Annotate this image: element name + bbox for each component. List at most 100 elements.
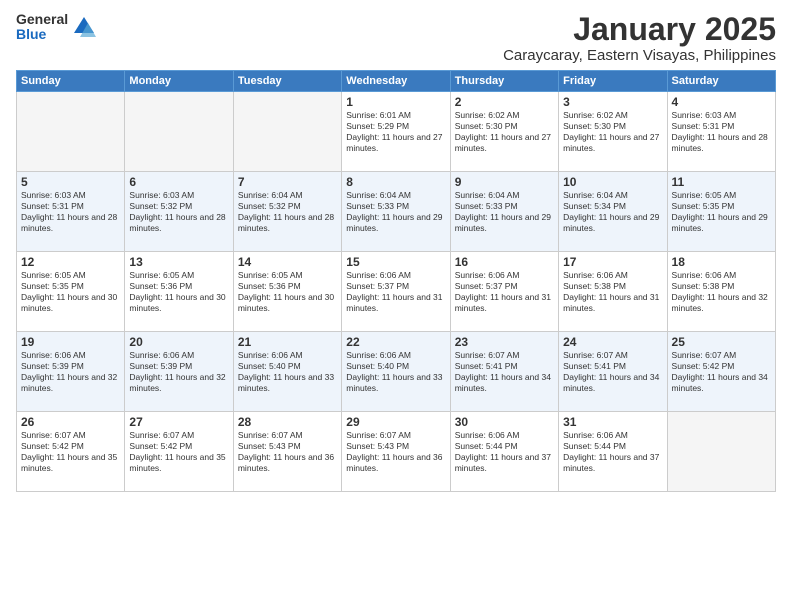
day-number: 6 [129, 175, 228, 189]
day-number: 26 [21, 415, 120, 429]
logo-blue-text: Blue [16, 27, 68, 42]
day-detail: Sunrise: 6:02 AM Sunset: 5:30 PM Dayligh… [455, 110, 554, 154]
table-row: 21Sunrise: 6:06 AM Sunset: 5:40 PM Dayli… [233, 332, 341, 412]
day-detail: Sunrise: 6:06 AM Sunset: 5:44 PM Dayligh… [455, 430, 554, 474]
day-number: 8 [346, 175, 445, 189]
day-detail: Sunrise: 6:06 AM Sunset: 5:39 PM Dayligh… [129, 350, 228, 394]
day-number: 25 [672, 335, 771, 349]
table-row: 24Sunrise: 6:07 AM Sunset: 5:41 PM Dayli… [559, 332, 667, 412]
day-detail: Sunrise: 6:05 AM Sunset: 5:35 PM Dayligh… [672, 190, 771, 234]
day-detail: Sunrise: 6:07 AM Sunset: 5:42 PM Dayligh… [21, 430, 120, 474]
day-detail: Sunrise: 6:07 AM Sunset: 5:42 PM Dayligh… [672, 350, 771, 394]
day-detail: Sunrise: 6:07 AM Sunset: 5:41 PM Dayligh… [455, 350, 554, 394]
col-sunday: Sunday [17, 71, 125, 92]
col-wednesday: Wednesday [342, 71, 450, 92]
day-number: 21 [238, 335, 337, 349]
logo: General Blue [16, 12, 98, 43]
day-detail: Sunrise: 6:04 AM Sunset: 5:33 PM Dayligh… [346, 190, 445, 234]
day-number: 16 [455, 255, 554, 269]
day-detail: Sunrise: 6:04 AM Sunset: 5:32 PM Dayligh… [238, 190, 337, 234]
logo-general-text: General [16, 12, 68, 27]
table-row [233, 92, 341, 172]
col-thursday: Thursday [450, 71, 558, 92]
day-number: 18 [672, 255, 771, 269]
table-row: 1Sunrise: 6:01 AM Sunset: 5:29 PM Daylig… [342, 92, 450, 172]
table-row: 17Sunrise: 6:06 AM Sunset: 5:38 PM Dayli… [559, 252, 667, 332]
table-row: 11Sunrise: 6:05 AM Sunset: 5:35 PM Dayli… [667, 172, 775, 252]
calendar-week-row: 12Sunrise: 6:05 AM Sunset: 5:35 PM Dayli… [17, 252, 776, 332]
table-row: 23Sunrise: 6:07 AM Sunset: 5:41 PM Dayli… [450, 332, 558, 412]
table-row: 16Sunrise: 6:06 AM Sunset: 5:37 PM Dayli… [450, 252, 558, 332]
table-row: 29Sunrise: 6:07 AM Sunset: 5:43 PM Dayli… [342, 412, 450, 492]
day-detail: Sunrise: 6:03 AM Sunset: 5:31 PM Dayligh… [672, 110, 771, 154]
table-row: 9Sunrise: 6:04 AM Sunset: 5:33 PM Daylig… [450, 172, 558, 252]
logo-text: General Blue [16, 12, 68, 43]
table-row: 6Sunrise: 6:03 AM Sunset: 5:32 PM Daylig… [125, 172, 233, 252]
day-detail: Sunrise: 6:06 AM Sunset: 5:38 PM Dayligh… [672, 270, 771, 314]
day-number: 19 [21, 335, 120, 349]
day-number: 28 [238, 415, 337, 429]
day-detail: Sunrise: 6:06 AM Sunset: 5:40 PM Dayligh… [346, 350, 445, 394]
day-detail: Sunrise: 6:05 AM Sunset: 5:35 PM Dayligh… [21, 270, 120, 314]
day-detail: Sunrise: 6:06 AM Sunset: 5:37 PM Dayligh… [455, 270, 554, 314]
calendar-week-row: 19Sunrise: 6:06 AM Sunset: 5:39 PM Dayli… [17, 332, 776, 412]
calendar-week-row: 5Sunrise: 6:03 AM Sunset: 5:31 PM Daylig… [17, 172, 776, 252]
day-number: 20 [129, 335, 228, 349]
day-number: 2 [455, 95, 554, 109]
day-number: 31 [563, 415, 662, 429]
table-row: 30Sunrise: 6:06 AM Sunset: 5:44 PM Dayli… [450, 412, 558, 492]
day-detail: Sunrise: 6:04 AM Sunset: 5:33 PM Dayligh… [455, 190, 554, 234]
day-number: 5 [21, 175, 120, 189]
table-row: 2Sunrise: 6:02 AM Sunset: 5:30 PM Daylig… [450, 92, 558, 172]
day-detail: Sunrise: 6:06 AM Sunset: 5:37 PM Dayligh… [346, 270, 445, 314]
day-number: 9 [455, 175, 554, 189]
day-detail: Sunrise: 6:06 AM Sunset: 5:38 PM Dayligh… [563, 270, 662, 314]
day-number: 4 [672, 95, 771, 109]
day-number: 12 [21, 255, 120, 269]
day-detail: Sunrise: 6:02 AM Sunset: 5:30 PM Dayligh… [563, 110, 662, 154]
calendar-week-row: 1Sunrise: 6:01 AM Sunset: 5:29 PM Daylig… [17, 92, 776, 172]
day-number: 23 [455, 335, 554, 349]
day-number: 14 [238, 255, 337, 269]
col-tuesday: Tuesday [233, 71, 341, 92]
day-detail: Sunrise: 6:03 AM Sunset: 5:31 PM Dayligh… [21, 190, 120, 234]
title-block: January 2025 Caraycaray, Eastern Visayas… [503, 12, 776, 64]
day-detail: Sunrise: 6:03 AM Sunset: 5:32 PM Dayligh… [129, 190, 228, 234]
day-number: 24 [563, 335, 662, 349]
day-number: 7 [238, 175, 337, 189]
table-row: 12Sunrise: 6:05 AM Sunset: 5:35 PM Dayli… [17, 252, 125, 332]
table-row: 19Sunrise: 6:06 AM Sunset: 5:39 PM Dayli… [17, 332, 125, 412]
table-row: 4Sunrise: 6:03 AM Sunset: 5:31 PM Daylig… [667, 92, 775, 172]
table-row: 22Sunrise: 6:06 AM Sunset: 5:40 PM Dayli… [342, 332, 450, 412]
table-row: 31Sunrise: 6:06 AM Sunset: 5:44 PM Dayli… [559, 412, 667, 492]
calendar-header-row: Sunday Monday Tuesday Wednesday Thursday… [17, 71, 776, 92]
day-number: 17 [563, 255, 662, 269]
day-detail: Sunrise: 6:07 AM Sunset: 5:42 PM Dayligh… [129, 430, 228, 474]
table-row: 27Sunrise: 6:07 AM Sunset: 5:42 PM Dayli… [125, 412, 233, 492]
table-row: 20Sunrise: 6:06 AM Sunset: 5:39 PM Dayli… [125, 332, 233, 412]
table-row: 15Sunrise: 6:06 AM Sunset: 5:37 PM Dayli… [342, 252, 450, 332]
table-row: 26Sunrise: 6:07 AM Sunset: 5:42 PM Dayli… [17, 412, 125, 492]
logo-icon [70, 13, 98, 41]
day-number: 29 [346, 415, 445, 429]
day-number: 15 [346, 255, 445, 269]
table-row: 10Sunrise: 6:04 AM Sunset: 5:34 PM Dayli… [559, 172, 667, 252]
table-row: 8Sunrise: 6:04 AM Sunset: 5:33 PM Daylig… [342, 172, 450, 252]
day-detail: Sunrise: 6:07 AM Sunset: 5:43 PM Dayligh… [238, 430, 337, 474]
table-row: 3Sunrise: 6:02 AM Sunset: 5:30 PM Daylig… [559, 92, 667, 172]
day-detail: Sunrise: 6:07 AM Sunset: 5:41 PM Dayligh… [563, 350, 662, 394]
page: General Blue January 2025 Caraycaray, Ea… [0, 0, 792, 612]
day-detail: Sunrise: 6:06 AM Sunset: 5:39 PM Dayligh… [21, 350, 120, 394]
table-row [667, 412, 775, 492]
calendar-table: Sunday Monday Tuesday Wednesday Thursday… [16, 70, 776, 492]
col-saturday: Saturday [667, 71, 775, 92]
header: General Blue January 2025 Caraycaray, Ea… [16, 12, 776, 64]
day-detail: Sunrise: 6:06 AM Sunset: 5:40 PM Dayligh… [238, 350, 337, 394]
table-row [17, 92, 125, 172]
table-row: 28Sunrise: 6:07 AM Sunset: 5:43 PM Dayli… [233, 412, 341, 492]
day-detail: Sunrise: 6:04 AM Sunset: 5:34 PM Dayligh… [563, 190, 662, 234]
table-row: 25Sunrise: 6:07 AM Sunset: 5:42 PM Dayli… [667, 332, 775, 412]
location-title: Caraycaray, Eastern Visayas, Philippines [503, 47, 776, 64]
day-detail: Sunrise: 6:07 AM Sunset: 5:43 PM Dayligh… [346, 430, 445, 474]
day-number: 10 [563, 175, 662, 189]
